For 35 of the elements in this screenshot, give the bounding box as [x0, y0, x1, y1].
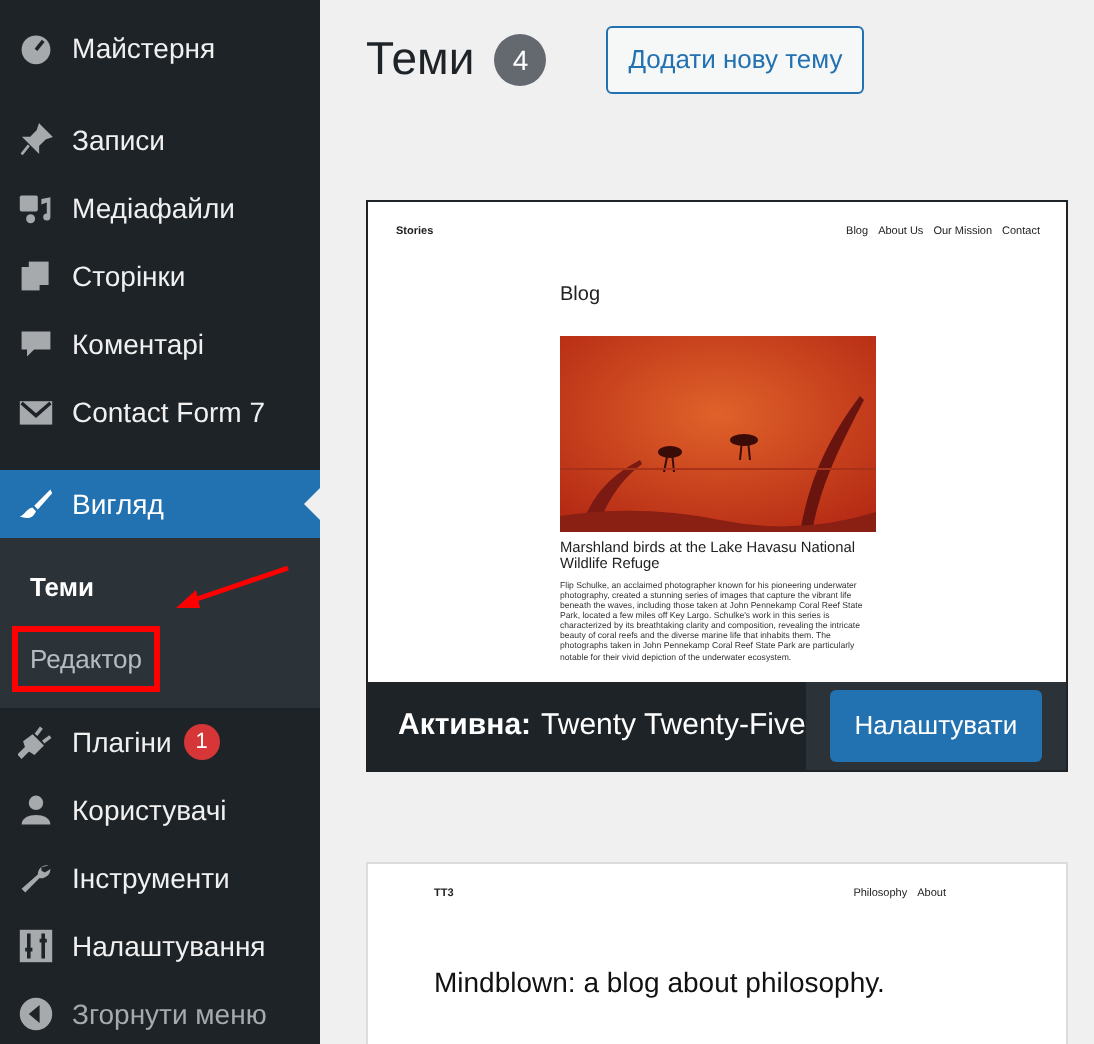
- brush-icon: [18, 486, 54, 522]
- plug-icon: [18, 724, 54, 760]
- sidebar-item[interactable]: Інструменти: [0, 844, 320, 912]
- user-icon: [18, 792, 54, 828]
- media-icon: [18, 190, 54, 226]
- pin-icon: [18, 122, 54, 158]
- theme-count: 4: [494, 34, 547, 86]
- comment-icon: [18, 326, 54, 362]
- wrench-icon: [18, 860, 54, 896]
- sliders-icon: [18, 928, 54, 964]
- sidebar-item[interactable]: Вигляд: [0, 470, 320, 538]
- sidebar-item[interactable]: Користувачі: [0, 776, 320, 844]
- sidebar-item[interactable]: Сторінки: [0, 242, 320, 310]
- pages-icon: [18, 258, 54, 294]
- active-theme-label: Активна: Twenty Twenty-Five: [396, 705, 806, 746]
- sidebar-item[interactable]: Записи: [0, 106, 320, 174]
- collapse-menu-button[interactable]: Згорнути меню: [0, 980, 320, 1044]
- sidebar-item[interactable]: Медіафайли: [0, 174, 320, 242]
- sidebar-item[interactable]: Налаштування: [0, 912, 320, 980]
- site-heading: Mindblown: a blog about philosophy.: [434, 964, 887, 1003]
- menu-pointer-icon: [304, 488, 320, 520]
- page-heading: Blog: [560, 282, 603, 311]
- notification-count: 1: [183, 724, 220, 760]
- submenu-item[interactable]: Редактор: [12, 625, 160, 692]
- theme-card[interactable]: [366, 200, 1068, 772]
- customize-button[interactable]: Налаштувати: [830, 690, 1042, 762]
- dashboard-icon: [18, 30, 54, 66]
- add-theme-button[interactable]: Додати нову тему: [606, 26, 865, 94]
- sidebar-item[interactable]: Майстерня: [0, 14, 320, 82]
- submenu-item[interactable]: Теми: [12, 554, 112, 621]
- sidebar-item[interactable]: Коментарі: [0, 310, 320, 378]
- sidebar-item[interactable]: Contact Form 7: [0, 378, 320, 446]
- sidebar-item[interactable]: Плагіни 1: [0, 708, 320, 776]
- collapse-icon: [18, 996, 54, 1032]
- page-title: Теми: [366, 32, 475, 88]
